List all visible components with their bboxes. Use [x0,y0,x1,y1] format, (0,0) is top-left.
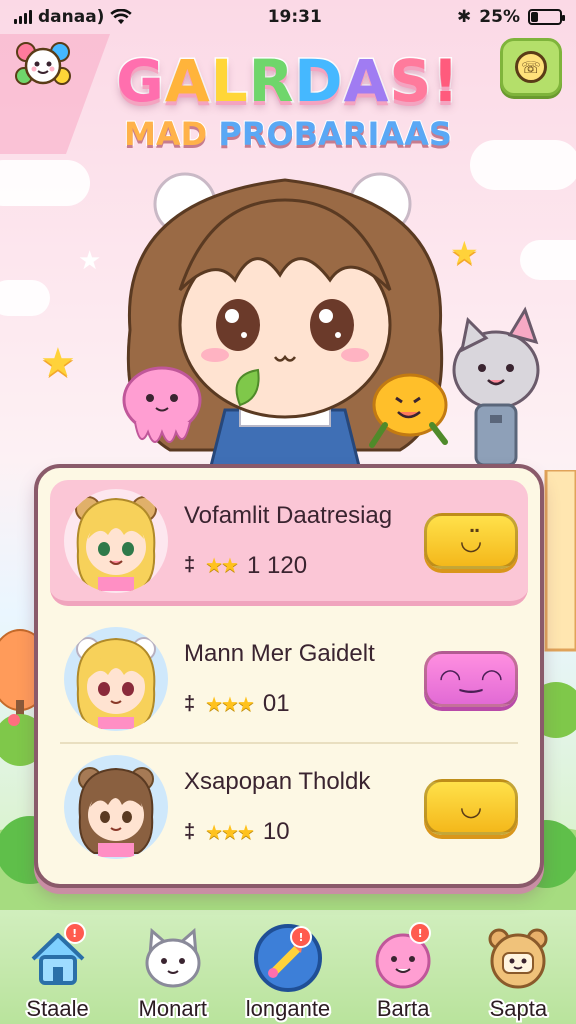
hero-illustration: ★ ★ ★ [0,140,576,470]
bunny-face-icon: ! [369,922,437,992]
list-item[interactable]: Xsapopan Tholdk ‡ ★★★ 10 ◡ [50,744,528,870]
title-line-2: MAD PROBARIAAS [123,114,453,154]
title-line-1: GALRDAS! [115,46,460,117]
nav-item-staale[interactable]: ! Staale [8,922,108,1023]
hero-girl-character [122,172,540,470]
entry-score: 01 [262,690,290,717]
wifi-icon [110,9,133,25]
phone-icon: ☏ [515,51,547,83]
avatar [64,627,168,731]
mascot-button[interactable] [12,36,74,94]
nav-label: Monart [137,994,210,1023]
nav-item-longante[interactable]: ! longante [238,924,338,1023]
react-button[interactable]: ◡̈ [424,512,518,569]
battery-level [530,12,538,22]
nav-label: Staale [24,994,90,1023]
nav-item-monart[interactable]: Monart [123,924,223,1023]
battery-icon [527,9,565,25]
carrier-label: danaa) [38,7,105,27]
entry-name: Mann Mer Gaidelt [184,640,375,667]
notification-badge: ! [289,926,312,948]
nav-label: Barta [375,994,432,1023]
game-title: GALRDAS! MAD PROBARIAAS [80,44,496,155]
happy-face-icon: ◡̈ [461,525,481,556]
bear-face-icon [484,924,552,992]
nav-label: longante [244,994,332,1023]
notification-badge: ! [409,922,432,944]
brush-icon: ! [253,924,322,992]
list-item[interactable]: Mann Mer Gaidelt ‡ ★★★ 01 ◠‿◠ [50,616,528,742]
mascot-icon [15,42,71,85]
tally-icon: ‡ [184,692,196,715]
signal-icon [14,10,32,24]
star-rating: ★★★ [205,821,255,844]
react-button[interactable]: ◡ [424,779,518,835]
nav-item-barta[interactable]: ! Barta [353,922,453,1023]
clock: 19:31 [267,7,322,27]
tally-icon: ‡ [184,554,196,576]
house-icon: ! [24,922,92,992]
nav-item-sapta[interactable]: Sapta [468,924,568,1023]
react-button[interactable]: ◠‿◠ [424,651,518,707]
bottom-nav: ! Staale Monart ! longante ! Barta Sapta [0,920,576,1024]
character-list-panel: Vofamlit Daatresiag ‡ ★★ 1 120 ◡̈ Mann M… [34,464,544,888]
smile-face-icon: ◡ [461,792,481,822]
menu-button[interactable]: ☏ [500,38,562,96]
notification-badge: ! [63,922,86,944]
status-bar: danaa) 19:31 ✱ 25% [0,0,576,34]
entry-score: 10 [262,818,290,845]
star-rating: ★★★ [205,693,255,716]
battery-percent: 25% [479,7,520,27]
nav-label: Sapta [488,994,549,1023]
list-item[interactable]: Vofamlit Daatresiag ‡ ★★ 1 120 ◡̈ [50,480,528,606]
star-rating: ★★ [205,555,239,577]
avatar [64,755,168,859]
cat-face-icon [139,924,207,992]
laughing-face-icon: ◠‿◠ [440,664,502,694]
entry-name: Xsapopan Tholdk [184,768,371,795]
avatar [64,488,168,593]
entry-name: Vofamlit Daatresiag [184,501,393,529]
tally-icon: ‡ [184,820,196,843]
bluetooth-icon: ✱ [457,7,472,27]
entry-score: 1 120 [246,551,308,579]
